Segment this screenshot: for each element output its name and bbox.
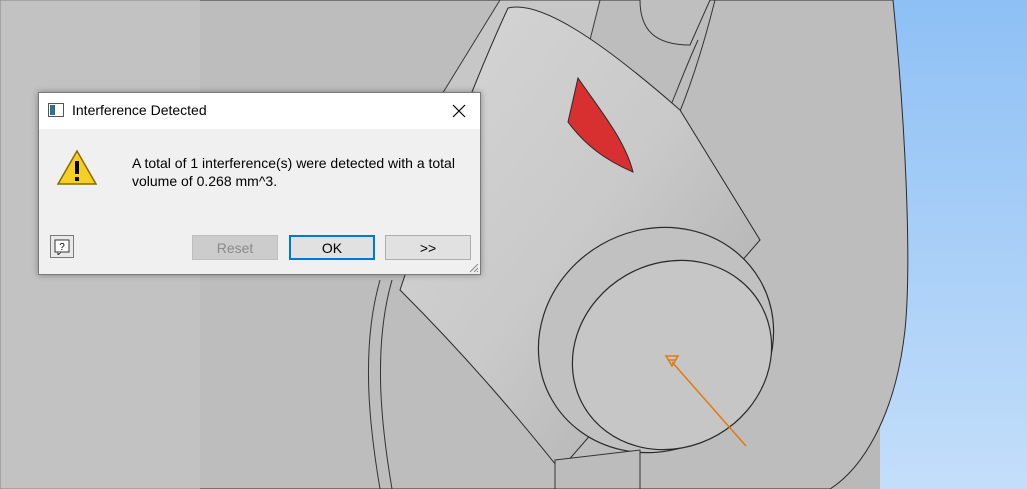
help-icon: ? — [54, 239, 70, 255]
expand-button[interactable]: >> — [385, 235, 471, 260]
warning-icon — [56, 149, 98, 185]
dialog-title: Interference Detected — [72, 102, 207, 118]
ok-button[interactable]: OK — [289, 235, 375, 260]
dialog-message: A total of 1 interference(s) were detect… — [132, 155, 455, 189]
interference-dialog: Interference Detected A total of 1 inter… — [38, 92, 481, 275]
app-window-icon — [48, 103, 64, 117]
svg-text:?: ? — [59, 242, 65, 253]
close-button[interactable] — [444, 97, 474, 125]
help-button[interactable]: ? — [50, 235, 74, 258]
reset-button[interactable]: Reset — [192, 235, 278, 260]
dialog-titlebar[interactable]: Interference Detected — [39, 93, 480, 129]
resize-grip-icon[interactable] — [467, 261, 479, 273]
close-icon — [452, 104, 466, 118]
